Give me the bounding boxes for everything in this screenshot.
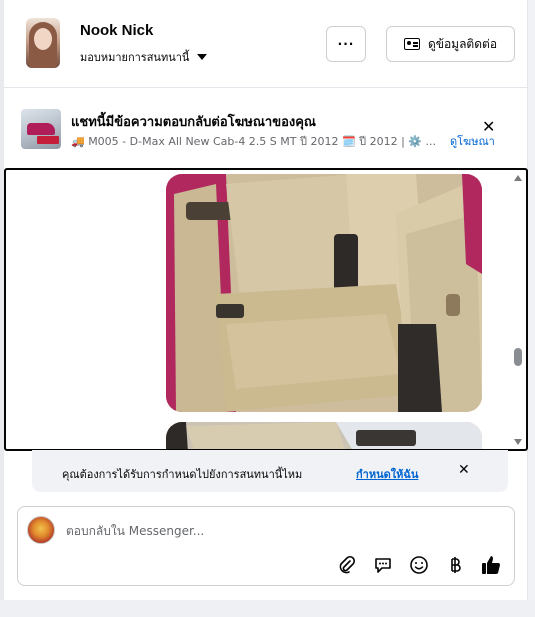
reply-input[interactable]: ตอบกลับใน Messenger... [66,522,204,541]
ad-banner-title: แชทนี้มีข้อความตอบกลับต่อโฆษณาของคุณ [71,115,316,130]
ad-banner-subtitle: 🚚 M005 - D-Max All New Cab-4 2.5 S MT ปี… [71,135,437,148]
ad-thumbnail[interactable] [21,109,61,149]
ad-tag-image [37,136,59,144]
ad-reply-banner: แชทนี้มีข้อความตอบกลับต่อโฆษณาของคุณ 🚚 M… [4,89,528,161]
page-footer [0,600,535,617]
message-photo[interactable] [166,174,482,412]
close-icon[interactable]: ✕ [458,462,470,478]
message-photo[interactable] [166,422,482,449]
more-options-button[interactable]: ··· [326,26,366,62]
baht-icon[interactable] [444,554,466,576]
paperclip-icon[interactable] [336,554,358,576]
scrollbar[interactable] [512,172,524,449]
caret-down-icon [197,54,208,60]
composer-toolbar [336,554,502,576]
saved-reply-icon[interactable] [372,554,394,576]
scroll-up-arrow-icon[interactable] [514,175,522,181]
page-avatar [27,516,55,544]
assign-conversation-dropdown[interactable]: มอบหมายการสนทนานี้ [80,48,208,66]
view-contact-label: ดูข้อมูลติดต่อ [427,36,498,51]
conversation-header: Nook Nick มอบหมายการสนทนานี้ ··· ดูข้อมู… [4,0,528,88]
reply-composer[interactable]: ตอบกลับใน Messenger... [17,506,515,586]
contact-name[interactable]: Nook Nick [80,22,153,39]
thumbs-up-icon[interactable] [480,554,502,576]
assign-label: มอบหมายการสนทนานี้ [80,51,190,64]
avatar-face [34,28,52,50]
car-image [27,123,55,135]
assign-to-me-link[interactable]: กำหนดให้ฉัน [356,465,418,483]
close-icon[interactable]: ✕ [482,117,495,136]
car-interior-rear-seat-photo [166,174,482,412]
view-contact-button[interactable]: ดูข้อมูลติดต่อ [386,26,515,62]
contact-card-icon [403,38,420,50]
car-interior-dashboard-photo [166,422,482,449]
scrollbar-thumb[interactable] [514,348,522,366]
emoji-icon[interactable] [408,554,430,576]
assign-reminder-text: คุณต้องการได้รับการกำหนดไปยังการสนทนานี้… [62,468,303,481]
assign-reminder: คุณต้องการได้รับการกำหนดไปยังการสนทนานี้… [32,450,508,492]
contact-avatar[interactable] [26,18,60,68]
scroll-down-arrow-icon[interactable] [514,439,522,445]
message-thread[interactable] [4,168,528,451]
